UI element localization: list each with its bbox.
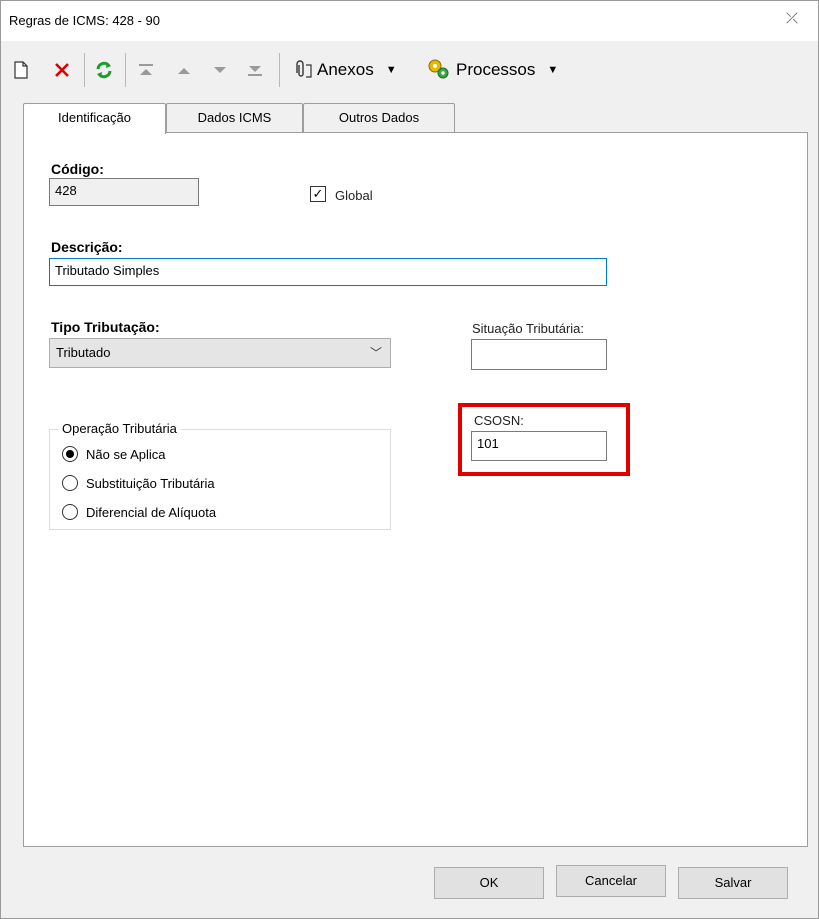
processos-menu-button[interactable]: Processos ▼	[426, 57, 558, 83]
descricao-label: Descrição:	[51, 239, 123, 255]
csosn-field[interactable]: 101	[471, 431, 607, 461]
first-record-icon[interactable]	[138, 57, 154, 83]
situacao-tributaria-label: Situação Tributária:	[472, 321, 585, 336]
cancel-button[interactable]: Cancelar	[556, 865, 666, 897]
anexos-menu-button[interactable]: Anexos ▼	[291, 57, 397, 83]
chevron-down-icon: ▼	[385, 64, 397, 76]
anexos-label: Anexos	[317, 60, 374, 79]
radio-label: Não se Aplica	[86, 446, 166, 462]
tab-identificacao[interactable]: Identificação	[23, 103, 166, 134]
radio-button[interactable]	[62, 446, 78, 462]
dialog-window: Regras de ICMS: 428 - 90 ⤫ Anexos ▼ Proc…	[0, 0, 819, 919]
radio-button[interactable]	[62, 504, 78, 520]
codigo-label: Código:	[51, 161, 104, 177]
paperclip-icon	[291, 59, 313, 82]
csosn-label: CSOSN:	[474, 413, 524, 428]
new-document-icon[interactable]	[13, 57, 29, 83]
delete-icon[interactable]	[53, 57, 71, 83]
radio-diferencial-de-aliquota[interactable]: Diferencial de Alíquota	[62, 504, 216, 520]
processos-label: Processos	[456, 60, 536, 79]
next-record-icon[interactable]	[212, 57, 228, 83]
previous-record-icon[interactable]	[176, 57, 192, 83]
tipo-tributacao-select[interactable]: Tributado ﹀	[49, 338, 391, 368]
radio-label: Substituição Tributária	[86, 475, 215, 491]
chevron-down-icon: ﹀	[369, 346, 382, 360]
window-title: Regras de ICMS: 428 - 90	[9, 13, 161, 28]
operacao-tributaria-legend: Operação Tributária	[58, 421, 181, 436]
descricao-field[interactable]: Tributado Simples	[49, 258, 607, 286]
last-record-icon[interactable]	[247, 57, 263, 83]
ok-button[interactable]: OK	[434, 867, 544, 899]
codigo-field[interactable]: 428	[49, 178, 199, 206]
save-button[interactable]: Salvar	[678, 867, 788, 899]
refresh-icon[interactable]	[94, 57, 114, 83]
radio-label: Diferencial de Alíquota	[86, 504, 217, 520]
toolbar: Anexos ▼ Processos ▼	[1, 45, 818, 95]
situacao-tributaria-field[interactable]	[471, 339, 607, 370]
tab-dados-icms[interactable]: Dados ICMS	[166, 103, 303, 133]
toolbar-separator	[125, 53, 126, 87]
tipo-tributacao-label: Tipo Tributação:	[51, 319, 160, 335]
title-bar[interactable]: Regras de ICMS: 428 - 90 ⤫	[1, 1, 818, 41]
radio-nao-se-aplica[interactable]: Não se Aplica	[62, 446, 166, 462]
gears-icon	[426, 58, 452, 83]
tipo-tributacao-value: Tributado	[56, 345, 111, 360]
radio-substituicao-tributaria[interactable]: Substituição Tributária	[62, 475, 215, 491]
toolbar-separator	[279, 53, 280, 87]
global-label: Global	[335, 188, 373, 203]
global-checkbox[interactable]: ✓	[310, 186, 326, 202]
toolbar-separator	[84, 53, 85, 87]
tab-outros-dados[interactable]: Outros Dados	[303, 103, 455, 133]
radio-button[interactable]	[62, 475, 78, 491]
chevron-down-icon: ▼	[547, 64, 559, 76]
close-icon[interactable]: ⤫	[786, 10, 798, 27]
